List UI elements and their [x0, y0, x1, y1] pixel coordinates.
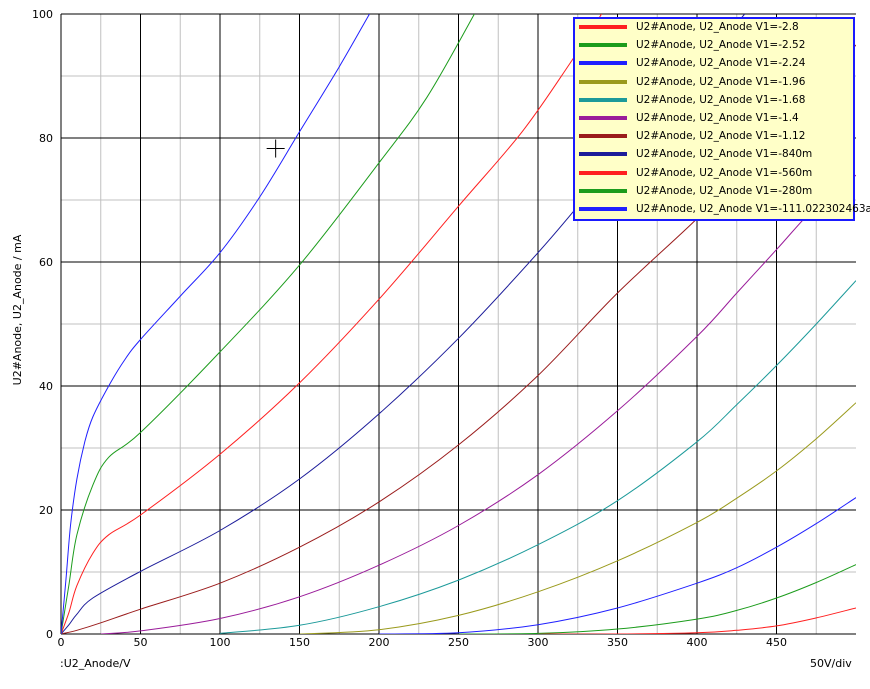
legend-swatch	[579, 43, 627, 48]
legend-swatch	[579, 79, 627, 84]
legend-label: U2#Anode, U2_Anode V1=-2.52	[636, 39, 806, 52]
x-tick-label: 450	[766, 636, 787, 649]
legend-swatch	[579, 170, 627, 175]
x-tick-label: 300	[528, 636, 549, 649]
legend-item: U2#Anode, U2_Anode V1=-1.12	[579, 128, 853, 146]
legend-swatch	[579, 152, 627, 157]
legend-label: U2#Anode, U2_Anode V1=-111.022302463a	[636, 203, 870, 215]
legend-swatch	[579, 134, 627, 139]
legend-swatch	[579, 25, 627, 29]
legend-item: U2#Anode, U2_Anode V1=-2.24	[579, 55, 853, 73]
legend-item: U2#Anode, U2_Anode V1=-2.8	[579, 19, 853, 37]
y-tick-label: 80	[39, 132, 53, 145]
legend-item: U2#Anode, U2_Anode V1=-1.68	[579, 92, 853, 110]
legend-swatch	[579, 116, 627, 120]
x-tick-label: 50	[134, 636, 148, 649]
y-axis-label: U2#Anode, U2_Anode / mA	[11, 234, 24, 385]
x-tick-label: 250	[448, 636, 469, 649]
y-tick-label: 20	[39, 504, 53, 517]
legend-swatch	[579, 61, 627, 66]
y-tick-label: 0	[46, 628, 53, 641]
legend-label: U2#Anode, U2_Anode V1=-1.4	[636, 112, 799, 124]
chart-legend: U2#Anode, U2_Anode V1=-2.8 U2#Anode, U2_A…	[573, 17, 870, 221]
legend-item: U2#Anode, U2_Anode V1=-1.4	[579, 110, 853, 128]
legend-swatch	[579, 207, 627, 211]
x-tick-label: 400	[687, 636, 708, 649]
x-tick-label: 150	[289, 636, 310, 649]
legend-label: U2#Anode, U2_Anode V1=-1.68	[636, 93, 806, 106]
x-tick-label: 0	[58, 636, 65, 649]
y-tick-label: 100	[32, 8, 53, 21]
legend-item: U2#Anode, U2_Anode V1=-2.52	[579, 37, 853, 55]
y-tick-label: 60	[39, 256, 53, 269]
x-tick-label: 100	[210, 636, 231, 649]
legend-item: U2#Anode, U2_Anode V1=-280m	[579, 183, 853, 201]
legend-item: U2#Anode, U2_Anode V1=-840m	[579, 146, 853, 164]
legend-label: U2#Anode, U2_Anode V1=-1.12	[636, 130, 806, 143]
legend-label: U2#Anode, U2_Anode V1=-560m	[636, 166, 813, 179]
x-scale-label: 50V/div	[810, 657, 852, 670]
legend-label: U2#Anode, U2_Anode V1=-840m	[636, 148, 813, 161]
legend-label: U2#Anode, U2_Anode V1=-2.24	[636, 57, 806, 70]
x-axis-label: :U2_Anode/V	[60, 657, 130, 670]
legend-label: U2#Anode, U2_Anode V1=-280m	[636, 184, 813, 197]
legend-swatch	[579, 97, 627, 102]
legend-label: U2#Anode, U2_Anode V1=-2.8	[636, 21, 799, 33]
x-tick-label: 350	[607, 636, 628, 649]
legend-label: U2#Anode, U2_Anode V1=-1.96	[636, 75, 806, 88]
legend-item: U2#Anode, U2_Anode V1=-560m	[579, 165, 853, 183]
x-axis-label-text: U2_Anode/V	[63, 657, 131, 670]
legend-swatch	[579, 188, 627, 193]
legend-item: U2#Anode, U2_Anode V1=-111.022302463a	[579, 201, 870, 219]
y-tick-label: 40	[39, 380, 53, 393]
legend-item: U2#Anode, U2_Anode V1=-1.96	[579, 74, 853, 92]
x-tick-label: 200	[369, 636, 390, 649]
